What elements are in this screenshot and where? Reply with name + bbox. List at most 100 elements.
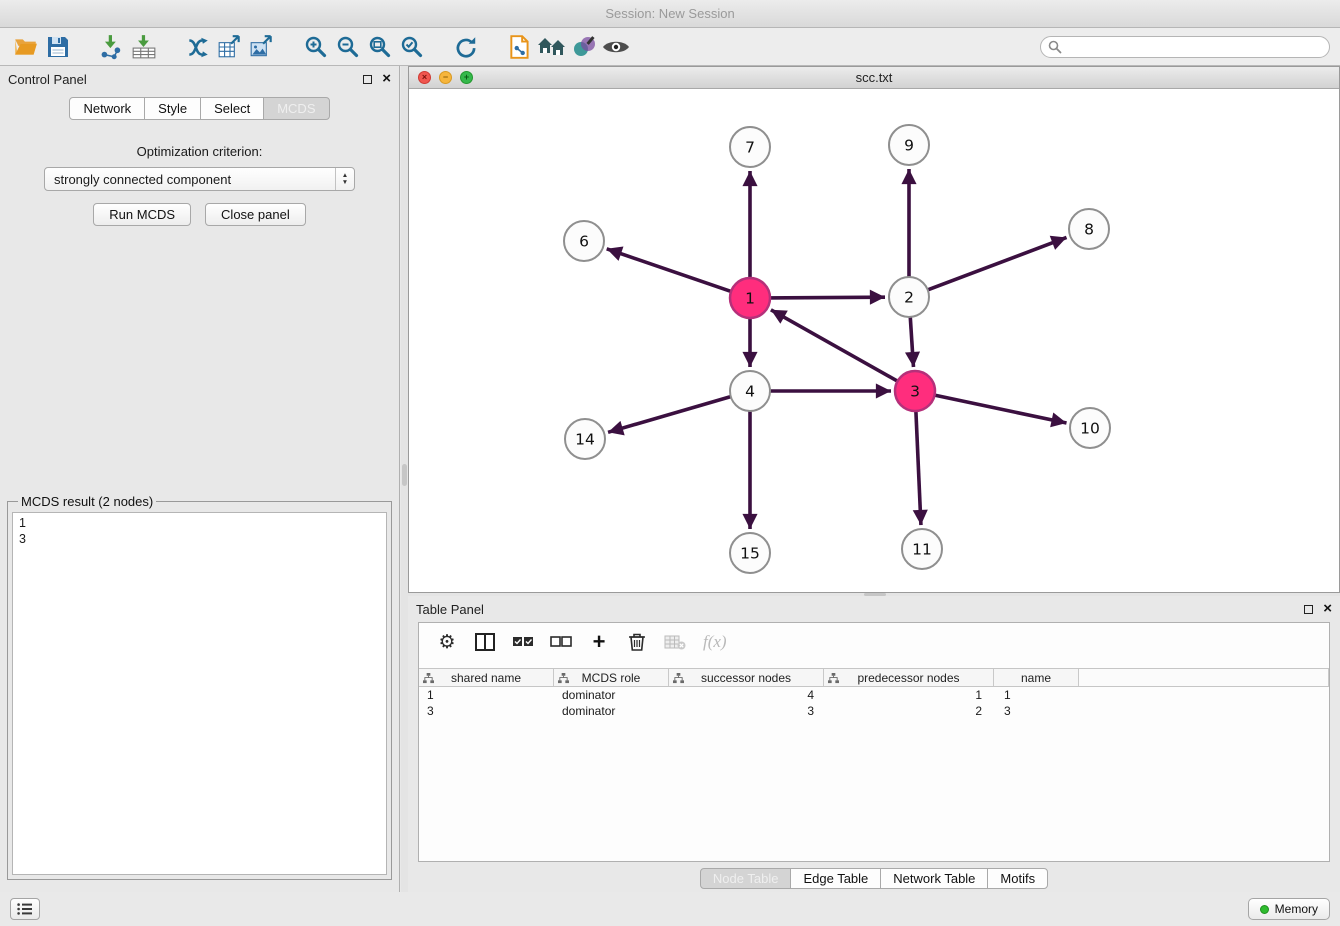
add-column-icon[interactable]: + bbox=[585, 629, 613, 655]
graph-node-6[interactable]: 6 bbox=[564, 221, 604, 261]
table-cell[interactable]: 4 bbox=[669, 687, 824, 703]
export-image-icon[interactable] bbox=[246, 32, 278, 62]
graph-edge[interactable] bbox=[925, 237, 1067, 291]
graph-node-11[interactable]: 11 bbox=[902, 529, 942, 569]
column-edit-icon bbox=[673, 673, 684, 687]
zoom-in-icon[interactable] bbox=[300, 32, 332, 62]
graph-node-10[interactable]: 10 bbox=[1070, 408, 1110, 448]
svg-text:11: 11 bbox=[912, 541, 932, 559]
tab-node-table[interactable]: Node Table bbox=[700, 868, 792, 889]
table-column-headers: shared name MCDS role successor nodes pr… bbox=[419, 668, 1329, 687]
open-session-icon[interactable] bbox=[10, 32, 42, 62]
table-cell[interactable]: 3 bbox=[669, 703, 824, 719]
float-panel-icon[interactable] bbox=[1304, 605, 1313, 614]
graph-edge[interactable] bbox=[910, 314, 913, 367]
memory-button[interactable]: Memory bbox=[1248, 898, 1330, 920]
table-panel: Table Panel × ⚙ + bbox=[408, 596, 1340, 892]
graph-edge[interactable] bbox=[608, 396, 734, 433]
graph-edge[interactable] bbox=[771, 310, 900, 383]
graph-edge[interactable] bbox=[916, 408, 921, 525]
import-table-icon[interactable] bbox=[128, 32, 160, 62]
status-bar: Memory bbox=[0, 892, 1340, 926]
column-header-successor-nodes[interactable]: successor nodes bbox=[669, 669, 824, 686]
table-container: ⚙ + f(x) bbox=[418, 622, 1330, 862]
table-cell[interactable]: 1 bbox=[824, 687, 994, 703]
mcds-result-list[interactable]: 13 bbox=[12, 512, 387, 875]
export-table-icon[interactable] bbox=[214, 32, 246, 62]
tab-select[interactable]: Select bbox=[200, 97, 264, 120]
import-network-icon[interactable] bbox=[96, 32, 128, 62]
home-panels-icon[interactable] bbox=[536, 32, 568, 62]
mcds-result-item[interactable]: 3 bbox=[13, 531, 386, 547]
tab-motifs[interactable]: Motifs bbox=[987, 868, 1048, 889]
graph-node-1[interactable]: 1 bbox=[730, 278, 770, 318]
column-edit-icon bbox=[423, 673, 434, 687]
vertical-splitter[interactable] bbox=[401, 66, 408, 892]
graph-node-2[interactable]: 2 bbox=[889, 277, 929, 317]
refresh-icon[interactable] bbox=[450, 32, 482, 62]
network-graph[interactable]: 7 9 6 8 1 2 4 3 14 10 15 11 bbox=[409, 89, 1339, 592]
table-cell[interactable]: 1 bbox=[994, 687, 1079, 703]
graph-node-4[interactable]: 4 bbox=[730, 371, 770, 411]
criterion-dropdown[interactable]: strongly connected component ▲▼ bbox=[44, 167, 355, 191]
column-header-name[interactable]: name bbox=[994, 669, 1079, 686]
close-panel-icon[interactable]: × bbox=[382, 73, 391, 85]
column-visibility-icon[interactable] bbox=[471, 629, 499, 655]
column-header-mcds-role[interactable]: MCDS role bbox=[554, 669, 669, 686]
graph-edge[interactable] bbox=[607, 249, 734, 293]
zoom-selected-icon[interactable] bbox=[396, 32, 428, 62]
tab-mcds[interactable]: MCDS bbox=[263, 97, 329, 120]
tab-network[interactable]: Network bbox=[69, 97, 145, 120]
delete-column-icon[interactable] bbox=[623, 629, 651, 655]
memory-label: Memory bbox=[1275, 902, 1318, 916]
run-mcds-button[interactable]: Run MCDS bbox=[93, 203, 191, 226]
graph-node-15[interactable]: 15 bbox=[730, 533, 770, 573]
dropdown-stepper-icon: ▲▼ bbox=[335, 168, 354, 190]
graph-node-3[interactable]: 3 bbox=[895, 371, 935, 411]
svg-text:9: 9 bbox=[904, 137, 914, 155]
tab-network-table[interactable]: Network Table bbox=[880, 868, 988, 889]
table-cell[interactable]: 2 bbox=[824, 703, 994, 719]
eye-icon[interactable] bbox=[600, 32, 632, 62]
float-panel-icon[interactable] bbox=[363, 75, 372, 84]
table-settings-icon[interactable]: ⚙ bbox=[433, 629, 461, 655]
table-row[interactable]: 1dominator411 bbox=[419, 687, 1329, 703]
table-row[interactable]: 3dominator323 bbox=[419, 703, 1329, 719]
memory-status-icon bbox=[1260, 905, 1269, 914]
column-header-shared-name[interactable]: shared name bbox=[419, 669, 554, 686]
zoom-fit-icon[interactable] bbox=[364, 32, 396, 62]
tab-style[interactable]: Style bbox=[144, 97, 201, 120]
graph-node-9[interactable]: 9 bbox=[889, 125, 929, 165]
mcds-result-title: MCDS result (2 nodes) bbox=[18, 494, 156, 509]
table-cell[interactable]: dominator bbox=[554, 687, 669, 703]
table-cell[interactable]: 1 bbox=[419, 687, 554, 703]
close-panel-icon[interactable]: × bbox=[1323, 603, 1332, 615]
graph-node-14[interactable]: 14 bbox=[565, 419, 605, 459]
table-cell[interactable]: 3 bbox=[994, 703, 1079, 719]
column-header-predecessor-nodes[interactable]: predecessor nodes bbox=[824, 669, 994, 686]
graph-edge[interactable] bbox=[932, 395, 1067, 424]
mcds-result-item[interactable]: 1 bbox=[13, 515, 386, 531]
save-session-icon[interactable] bbox=[42, 32, 74, 62]
task-history-button[interactable] bbox=[10, 898, 40, 920]
duplicate-network-icon[interactable] bbox=[504, 32, 536, 62]
table-body: 1dominator4113dominator323 bbox=[419, 687, 1329, 719]
graph-node-8[interactable]: 8 bbox=[1069, 209, 1109, 249]
network-share-icon[interactable] bbox=[182, 32, 214, 62]
table-cell-filler bbox=[1079, 703, 1329, 719]
close-panel-button[interactable]: Close panel bbox=[205, 203, 306, 226]
deselect-all-icon[interactable] bbox=[547, 629, 575, 655]
network-window-titlebar: scc.txt × − + bbox=[409, 67, 1339, 89]
tab-edge-table[interactable]: Edge Table bbox=[790, 868, 881, 889]
graph-node-7[interactable]: 7 bbox=[730, 127, 770, 167]
table-cell[interactable]: 3 bbox=[419, 703, 554, 719]
style-icon[interactable] bbox=[568, 32, 600, 62]
graph-edge[interactable] bbox=[767, 297, 885, 298]
splitter-handle[interactable] bbox=[402, 464, 407, 486]
zoom-out-icon[interactable] bbox=[332, 32, 364, 62]
table-panel-header: Table Panel × bbox=[408, 596, 1340, 622]
network-canvas[interactable]: 7 9 6 8 1 2 4 3 14 10 15 11 bbox=[409, 89, 1339, 592]
search-input[interactable] bbox=[1040, 36, 1330, 58]
table-cell[interactable]: dominator bbox=[554, 703, 669, 719]
select-all-icon[interactable] bbox=[509, 629, 537, 655]
